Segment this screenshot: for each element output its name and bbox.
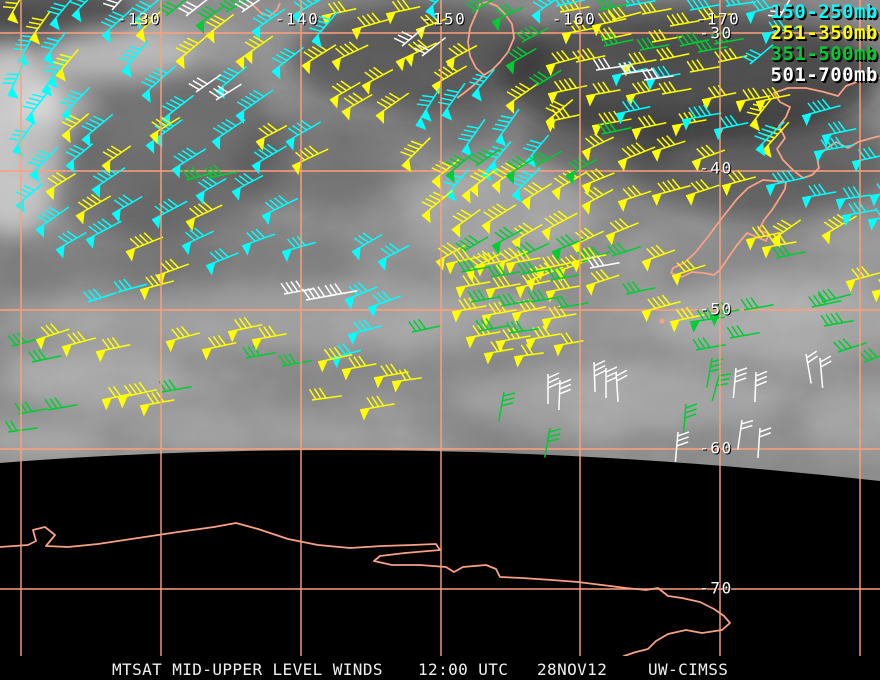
islet <box>659 318 665 324</box>
earth-limb-path <box>0 450 880 680</box>
cloud-feature <box>120 406 360 454</box>
caption-bar-bg <box>0 656 880 680</box>
earth-limb-dark-region <box>0 450 880 680</box>
scene-canvas <box>0 0 880 680</box>
cloud-feature <box>230 110 410 210</box>
cloud-feature <box>390 90 510 150</box>
satellite-wind-image: -130 -140 -150 -160 -170 -30 -40 -50 -60 -70 150-… <box>0 0 880 680</box>
